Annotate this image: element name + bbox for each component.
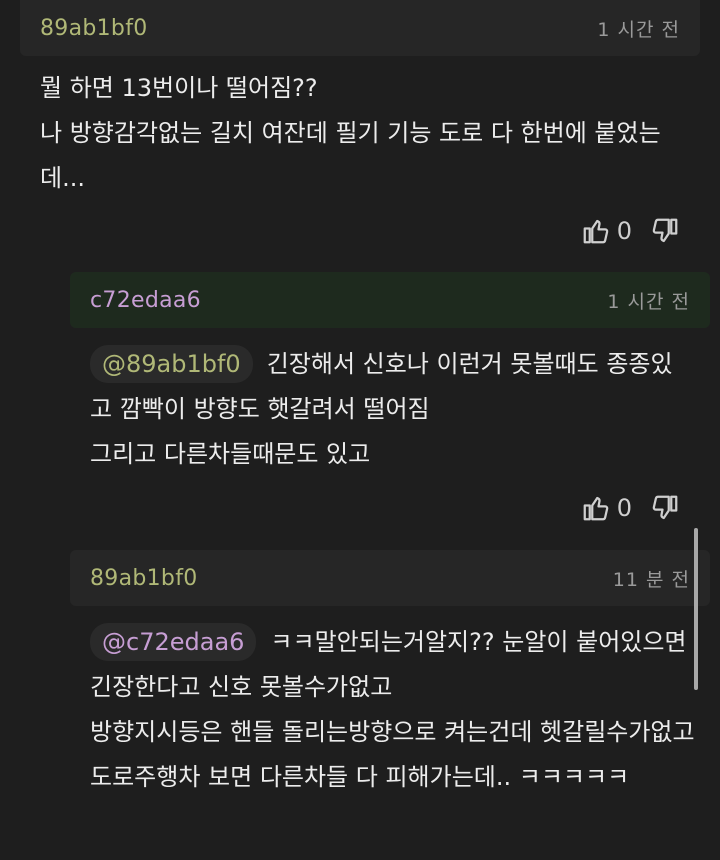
like-button[interactable]: 0 (581, 493, 632, 523)
like-count: 0 (616, 217, 632, 245)
comment-time: 1 시간 전 (597, 18, 680, 41)
comment-text: 뭘 하면 13번이나 떨어짐?? 나 방향감각없는 길치 여잔데 필기 기능 도… (40, 74, 661, 192)
thumbs-up-icon (581, 493, 611, 523)
comment-author[interactable]: 89ab1bf0 (40, 16, 148, 41)
comment-actions: 0 (581, 493, 680, 523)
comment-time: 1 시간 전 (607, 290, 690, 313)
reply-header: 89ab1bf0 11 분 전 (70, 550, 710, 606)
like-button[interactable]: 0 (581, 216, 632, 246)
dislike-button[interactable] (650, 216, 680, 246)
comment-author[interactable]: c72edaa6 (90, 288, 201, 313)
reply-text: @c72edaa6 ㅋㅋ말안되는거알지?? 눈알이 붙어있으면 긴장한다고 신호 … (90, 620, 695, 800)
thumbs-down-icon (650, 216, 680, 246)
comment-author[interactable]: 89ab1bf0 (90, 566, 198, 591)
thumbs-down-icon (650, 493, 680, 523)
comment-header: 89ab1bf0 1 시간 전 (20, 0, 700, 56)
comment-actions: 0 (581, 216, 680, 246)
dislike-button[interactable] (650, 493, 680, 523)
mention-tag[interactable]: @89ab1bf0 (90, 345, 253, 383)
mention-tag[interactable]: @c72edaa6 (90, 623, 257, 661)
reply-header: c72edaa6 1 시간 전 (70, 272, 710, 328)
scrollbar[interactable] (694, 528, 698, 690)
reply-text: @89ab1bf0 긴장해서 신호나 이런거 못볼때도 종종있고 깜빡이 방향도 … (90, 342, 690, 477)
like-count: 0 (616, 494, 632, 522)
thumbs-up-icon (581, 216, 611, 246)
comment-time: 11 분 전 (612, 568, 690, 591)
